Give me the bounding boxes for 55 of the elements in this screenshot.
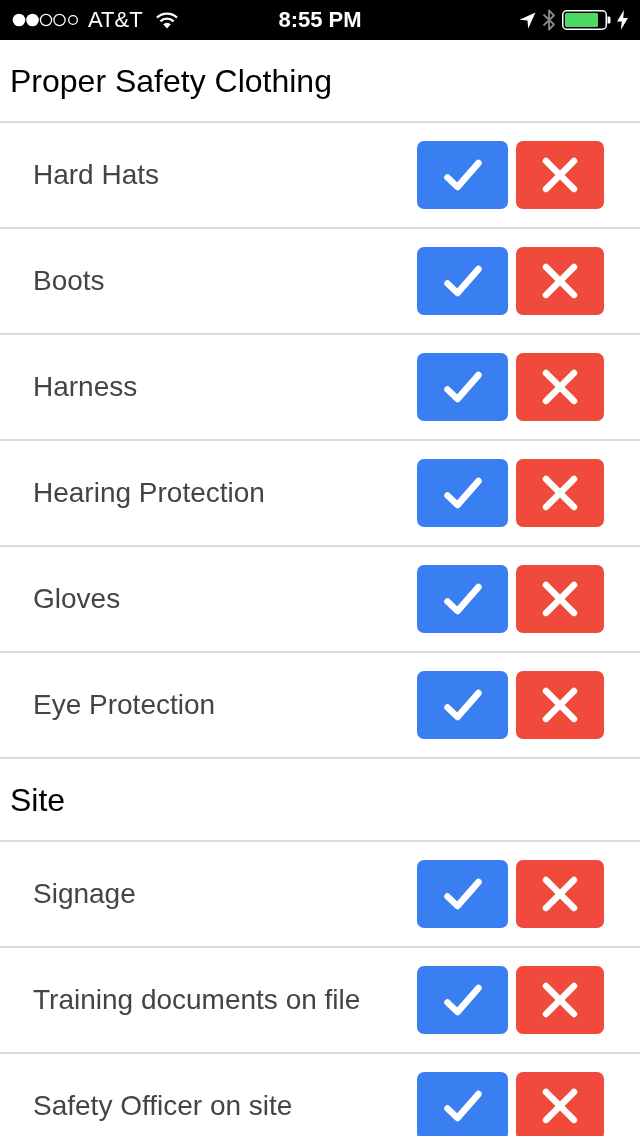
item-label: Boots xyxy=(33,267,106,295)
checkmark-icon xyxy=(442,688,483,722)
reject-button[interactable] xyxy=(516,1072,604,1136)
checkmark-icon xyxy=(442,158,483,192)
item-label: Hard Hats xyxy=(33,161,161,189)
approve-button[interactable] xyxy=(417,565,508,633)
checkmark-icon xyxy=(442,1089,483,1123)
item-label: Safety Officer on site xyxy=(33,1092,294,1120)
reject-button[interactable] xyxy=(516,860,604,928)
checkmark-icon xyxy=(442,264,483,298)
bluetooth-icon xyxy=(542,8,556,32)
item-label: Signage xyxy=(33,880,137,908)
section-title: Site xyxy=(10,783,66,816)
reject-button[interactable] xyxy=(516,671,604,739)
reject-button[interactable] xyxy=(516,353,604,421)
checkmark-icon xyxy=(442,877,483,911)
cross-icon xyxy=(542,581,578,617)
approve-button[interactable] xyxy=(417,459,508,527)
item-label: Training documents on file xyxy=(33,986,362,1014)
cross-icon xyxy=(542,876,578,912)
cross-icon xyxy=(542,1088,578,1124)
approve-button[interactable] xyxy=(417,966,508,1034)
checkmark-icon xyxy=(442,370,483,404)
cross-icon xyxy=(542,687,578,723)
location-arrow-icon xyxy=(519,11,536,29)
carrier-name: AT&T xyxy=(88,9,143,31)
section-title: Proper Safety Clothing xyxy=(10,64,332,97)
wifi-icon xyxy=(154,11,179,29)
cross-icon xyxy=(542,475,578,511)
checkmark-icon xyxy=(442,983,483,1017)
checkmark-icon xyxy=(442,582,483,616)
checkmark-icon xyxy=(442,476,483,510)
reject-button[interactable] xyxy=(516,565,604,633)
approve-button[interactable] xyxy=(417,671,508,739)
item-label: Harness xyxy=(33,373,139,401)
approve-button[interactable] xyxy=(417,1072,508,1136)
reject-button[interactable] xyxy=(516,459,604,527)
approve-button[interactable] xyxy=(417,353,508,421)
approve-button[interactable] xyxy=(417,247,508,315)
battery-icon xyxy=(562,10,611,30)
cross-icon xyxy=(542,982,578,1018)
reject-button[interactable] xyxy=(516,247,604,315)
approve-button[interactable] xyxy=(417,860,508,928)
reject-button[interactable] xyxy=(516,141,604,209)
approve-button[interactable] xyxy=(417,141,508,209)
cross-icon xyxy=(542,369,578,405)
cross-icon xyxy=(542,157,578,193)
item-label: Gloves xyxy=(33,585,122,613)
clock-time: 8:55 PM xyxy=(278,9,362,31)
cross-icon xyxy=(542,263,578,299)
signal-strength-icon xyxy=(12,13,78,27)
charging-bolt-icon xyxy=(617,10,628,30)
item-label: Hearing Protection xyxy=(33,479,266,507)
reject-button[interactable] xyxy=(516,966,604,1034)
item-label: Eye Protection xyxy=(33,691,217,719)
